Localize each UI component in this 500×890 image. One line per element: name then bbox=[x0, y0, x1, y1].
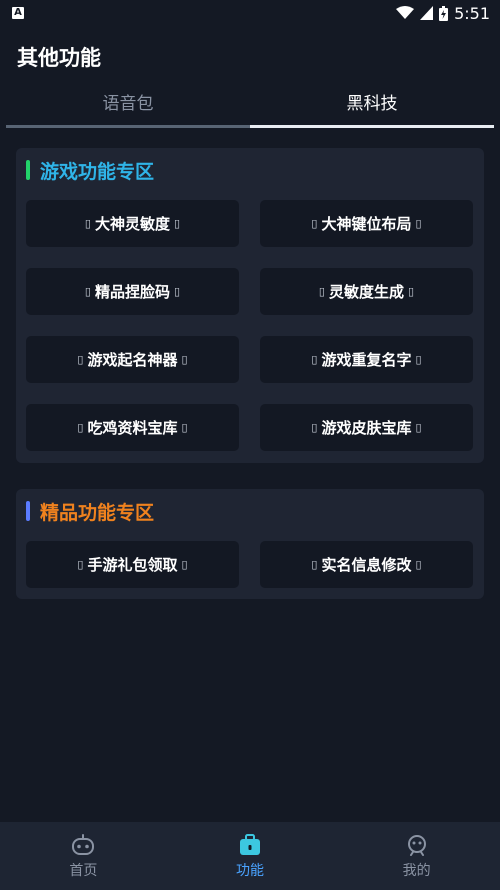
battery-icon bbox=[439, 5, 449, 21]
tab-label: 语音包 bbox=[102, 94, 154, 114]
gamepad-icon bbox=[72, 834, 95, 855]
button-glyph-icon: ▯ bbox=[84, 285, 91, 298]
feature-button-pro-key-layout[interactable]: ▯ 大神键位布局 ▯ bbox=[260, 200, 473, 247]
status-bar: A 5:51 bbox=[0, 0, 500, 26]
wifi-icon bbox=[396, 6, 415, 19]
feature-button-gift-pack[interactable]: ▯ 手游礼包领取 ▯ bbox=[26, 541, 239, 588]
tab-underline bbox=[6, 125, 250, 128]
button-label: 游戏皮肤宝库 bbox=[321, 419, 412, 437]
tab-bar: 语音包 黑科技 bbox=[6, 86, 494, 128]
game-features-section: 游戏功能专区 ▯ 大神灵敏度 ▯ ▯ 大神键位布局 ▯ ▯ 精品捏脸码 ▯ ▯ … bbox=[16, 148, 484, 463]
button-glyph-icon: ▯ bbox=[77, 353, 84, 366]
button-glyph-icon: ▯ bbox=[174, 217, 181, 230]
button-glyph-icon: ▯ bbox=[415, 217, 422, 230]
section-header: 精品功能专区 bbox=[26, 499, 155, 524]
section-accent-bar bbox=[26, 501, 30, 521]
tab-black-tech[interactable]: 黑科技 bbox=[250, 86, 494, 128]
button-glyph-icon: ▯ bbox=[311, 558, 318, 571]
feature-button-sensitivity-generator[interactable]: ▯ 灵敏度生成 ▯ bbox=[260, 268, 473, 315]
button-glyph-icon: ▯ bbox=[318, 285, 325, 298]
feature-button-real-name-edit[interactable]: ▯ 实名信息修改 ▯ bbox=[260, 541, 473, 588]
feature-button-pro-sensitivity[interactable]: ▯ 大神灵敏度 ▯ bbox=[26, 200, 239, 247]
button-glyph-icon: ▯ bbox=[415, 353, 422, 366]
feature-button-duplicate-name[interactable]: ▯ 游戏重复名字 ▯ bbox=[260, 336, 473, 383]
bottom-nav: 首页 功能 我的 bbox=[0, 822, 500, 890]
button-label: 大神键位布局 bbox=[321, 215, 412, 233]
cell-signal-icon bbox=[420, 6, 434, 20]
robot-face-icon bbox=[407, 835, 426, 856]
nav-label: 首页 bbox=[69, 863, 98, 879]
button-glyph-icon: ▯ bbox=[174, 285, 181, 298]
button-glyph-icon: ▯ bbox=[415, 421, 422, 434]
button-label: 游戏重复名字 bbox=[321, 351, 412, 369]
button-label: 实名信息修改 bbox=[321, 556, 412, 574]
app-notification-icon: A bbox=[12, 7, 24, 19]
feature-button-skin-library[interactable]: ▯ 游戏皮肤宝库 ▯ bbox=[260, 404, 473, 451]
nav-item-profile[interactable]: 我的 bbox=[333, 822, 500, 890]
button-glyph-icon: ▯ bbox=[311, 217, 318, 230]
tab-label: 黑科技 bbox=[346, 94, 398, 114]
button-glyph-icon: ▯ bbox=[77, 421, 84, 434]
premium-features-section: 精品功能专区 ▯ 手游礼包领取 ▯ ▯ 实名信息修改 ▯ bbox=[16, 489, 484, 599]
button-label: 吃鸡资料宝库 bbox=[87, 419, 178, 437]
button-glyph-icon: ▯ bbox=[408, 285, 415, 298]
status-time: 5:51 bbox=[454, 3, 490, 23]
nav-item-home[interactable]: 首页 bbox=[0, 822, 167, 890]
section-accent-bar bbox=[26, 160, 30, 180]
nav-item-features[interactable]: 功能 bbox=[167, 822, 334, 890]
page-title: 其他功能 bbox=[17, 46, 101, 70]
button-glyph-icon: ▯ bbox=[415, 558, 422, 571]
button-glyph-icon: ▯ bbox=[311, 421, 318, 434]
feature-button-face-code[interactable]: ▯ 精品捏脸码 ▯ bbox=[26, 268, 239, 315]
feature-button-pubg-library[interactable]: ▯ 吃鸡资料宝库 ▯ bbox=[26, 404, 239, 451]
button-label: 精品捏脸码 bbox=[94, 283, 170, 301]
tab-underline bbox=[250, 125, 494, 128]
button-glyph-icon: ▯ bbox=[311, 353, 318, 366]
button-label: 灵敏度生成 bbox=[328, 283, 404, 301]
button-label: 游戏起名神器 bbox=[87, 351, 178, 369]
feature-button-name-generator[interactable]: ▯ 游戏起名神器 ▯ bbox=[26, 336, 239, 383]
button-label: 大神灵敏度 bbox=[94, 215, 170, 233]
toolbox-icon bbox=[240, 834, 260, 855]
button-glyph-icon: ▯ bbox=[181, 421, 188, 434]
nav-label: 功能 bbox=[236, 863, 264, 879]
button-label: 手游礼包领取 bbox=[87, 556, 178, 574]
tab-voice-pack[interactable]: 语音包 bbox=[6, 86, 250, 128]
button-glyph-icon: ▯ bbox=[77, 558, 84, 571]
button-glyph-icon: ▯ bbox=[181, 353, 188, 366]
button-glyph-icon: ▯ bbox=[181, 558, 188, 571]
section-header: 游戏功能专区 bbox=[26, 158, 155, 183]
nav-label: 我的 bbox=[402, 863, 431, 879]
section-title: 游戏功能专区 bbox=[40, 160, 155, 183]
section-title: 精品功能专区 bbox=[40, 501, 155, 524]
button-glyph-icon: ▯ bbox=[84, 217, 91, 230]
